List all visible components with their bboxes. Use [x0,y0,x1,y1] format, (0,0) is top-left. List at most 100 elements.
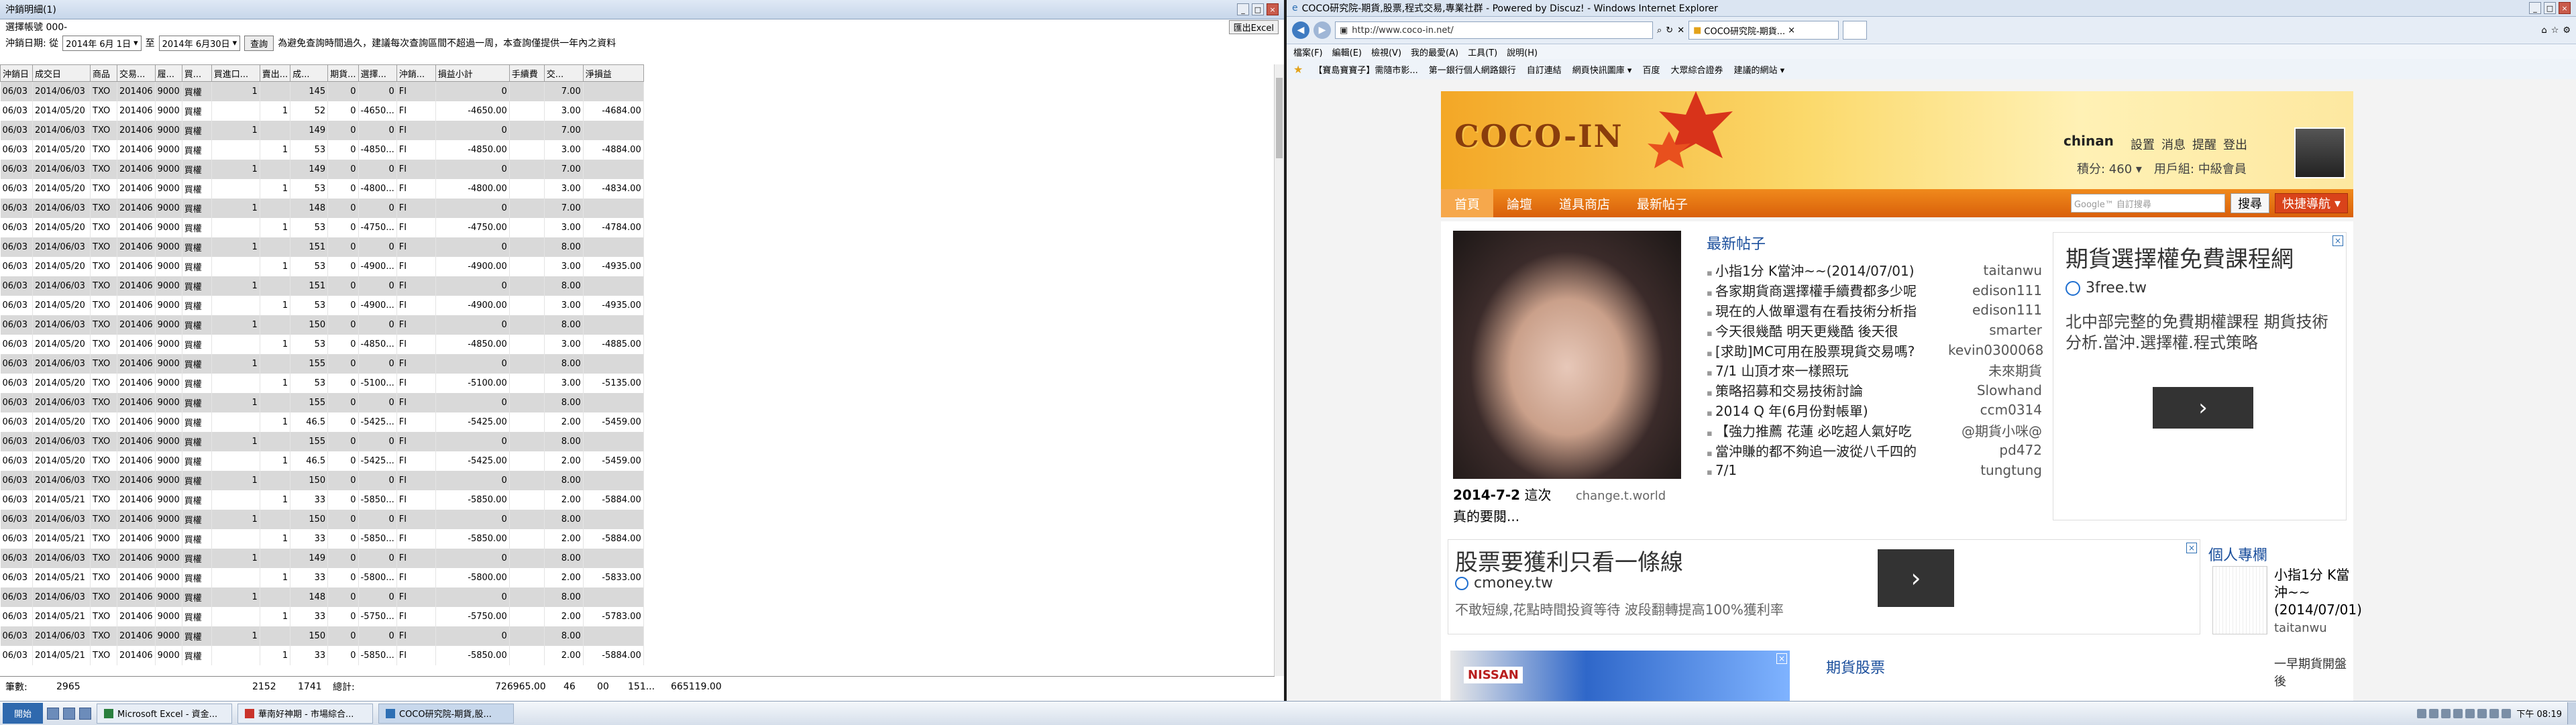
mini-chart-thumbnail[interactable] [2212,566,2267,634]
table-row[interactable]: 06/03 2014/06/03 TXO 201406 9000 買權 1 155 0 0 FI 0 8… [0,354,644,374]
app-tray-icon[interactable] [2502,708,2512,718]
volume-icon[interactable] [2429,708,2439,718]
ad-url[interactable]: cmoney.tw [1455,575,1553,592]
favorite-link[interactable]: 網頁快訊圖庫 ▾ [1572,63,1632,76]
favorite-link[interactable]: 第一銀行個人網路銀行 [1429,63,1516,76]
column-header[interactable]: 淨損益 [582,64,644,82]
personal-column-title[interactable]: 個人專欄 [2208,543,2267,565]
column-header[interactable]: 沖銷日 [0,64,33,82]
column-header[interactable]: 沖銷... [396,64,436,82]
ad-title[interactable]: 股票要獲利只看一條線 [1455,544,1683,577]
table-row[interactable]: 06/03 2014/05/21 TXO 201406 9000 買權 1 33 0 -5850.… [0,529,644,549]
close-icon[interactable]: × [1267,3,1279,15]
show-desktop-icon[interactable] [47,707,59,720]
network-icon[interactable] [2417,708,2427,718]
table-row[interactable]: 06/03 2014/06/03 TXO 201406 9000 買權 1 149 0 0 FI 0 7… [0,121,644,140]
menu-item[interactable]: 檢視(V) [1371,46,1401,58]
table-row[interactable]: 06/03 2014/06/03 TXO 201406 9000 買權 1 148 0 0 FI 0 8… [0,588,644,607]
column-header[interactable]: 成交日 [32,64,91,82]
column-header[interactable]: 買... [181,64,212,82]
post-title[interactable]: 7/1 山頂才來一樣照玩 [1707,360,1948,380]
post-author[interactable]: @期貨小咪@ [1948,421,2042,440]
forward-icon[interactable]: ▶ [1313,21,1331,39]
site-nav-item[interactable]: 論壇 [1493,189,1546,217]
refresh-icon[interactable]: ↻ [1666,25,1673,36]
side-post[interactable]: 小指1分 K當沖~~(2014/07/01) taitanwu [2274,566,2362,636]
table-row[interactable]: 06/03 2014/05/20 TXO 201406 9000 買權 1 53 0 -4900.… [0,257,644,276]
post-author[interactable]: edison111 [1948,302,2042,318]
post-title[interactable]: 小指1分 K當沖~~(2014/07/01) [1707,260,1948,280]
post-title[interactable]: [求助]MC可用在股票現貨交易嗎? [1707,341,1948,360]
ad-banner-stocks[interactable]: × 股票要獲利只看一條線 cmoney.tw 不敢短線,花點時間投資等待 波段翻… [1448,539,2200,634]
list-item[interactable]: [求助]MC可用在股票現貨交易嗎?kevin0300068 [1707,340,2043,360]
table-row[interactable]: 06/03 2014/06/03 TXO 201406 9000 買權 1 155 0 0 FI 0 8… [0,432,644,451]
column-header[interactable]: 商品 [90,64,117,82]
site-search-input[interactable]: Google™ 自訂搜尋 [2070,194,2225,213]
stop-icon[interactable]: ✕ [1677,25,1684,36]
column-header[interactable]: 手續費 [508,64,545,82]
post-author[interactable]: Slowhand [1948,382,2042,398]
table-row[interactable]: 06/03 2014/05/21 TXO 201406 9000 買權 1 33 0 -5850.… [0,646,644,665]
ie-quicklaunch-icon[interactable] [79,707,91,720]
favorite-link[interactable]: 建議的網站 ▾ [1733,63,1784,76]
favorite-link[interactable]: 大眾綜合證券 [1670,63,1723,76]
site-logo[interactable]: COCO-IN [1454,118,1623,154]
list-item[interactable]: 7/1 山頂才來一樣照玩未來期貨 [1707,360,2042,380]
favorites-star-icon[interactable]: ★ [1293,63,1303,76]
new-tab-button[interactable] [1843,21,1868,40]
maximize-icon[interactable]: □ [1252,3,1264,15]
column-header[interactable]: 履... [154,64,182,82]
photo-caption-more[interactable]: 真的要閱... [1453,506,1519,525]
ad-title[interactable]: 期貨選擇權免費課程網 [2065,241,2294,274]
stock-section-title[interactable]: 期貨股票 [1826,656,1885,677]
date-to-picker[interactable]: 2014年 6月30日 ▾ [158,35,241,51]
table-row[interactable]: 06/03 2014/06/03 TXO 201406 9000 買權 1 148 0 0 FI 0 7… [0,199,644,218]
favorite-link[interactable]: 自訂連結 [1527,63,1562,76]
home-icon[interactable]: ⌂ [2541,25,2546,36]
column-header[interactable]: 買進口... [211,64,260,82]
column-header[interactable]: 期貨... [327,64,359,82]
list-item[interactable]: 小指1分 K當沖~~(2014/07/01)taitanwu [1707,260,2042,280]
menu-item[interactable]: 工具(T) [1468,46,1497,58]
export-excel-button[interactable]: 匯出Excel [1228,19,1279,34]
table-row[interactable]: 06/03 2014/05/20 TXO 201406 9000 買權 1 53 0 -4750.… [0,218,644,237]
table-row[interactable]: 06/03 2014/05/21 TXO 201406 9000 買權 1 33 0 -5850.… [0,490,644,510]
table-row[interactable]: 06/03 2014/06/03 TXO 201406 9000 買權 1 151 0 0 FI 0 8… [0,276,644,296]
menu-item[interactable]: 編輯(E) [1332,46,1362,58]
table-row[interactable]: 06/03 2014/05/21 TXO 201406 9000 買權 1 33 0 -5800.… [0,568,644,588]
user-link[interactable]: 消息 [2161,135,2186,153]
table-row[interactable]: 06/03 2014/06/03 TXO 201406 9000 買權 1 155 0 0 FI 0 8… [0,393,644,412]
post-title[interactable]: 7/1 [1707,462,1948,478]
ad-close-icon[interactable]: × [2332,235,2343,246]
app-tray-icon[interactable] [2477,708,2487,718]
post-author[interactable]: taitanwu [1948,262,2042,278]
table-row[interactable]: 06/03 2014/05/20 TXO 201406 9000 買權 1 53 0 -4850.… [0,335,644,354]
list-item[interactable]: 策略招募和交易技術討論Slowhand [1707,380,2042,400]
points-label[interactable]: 積分: 460 ▾ [2077,160,2142,177]
settlement-grid[interactable]: 沖銷日 成交日 商品 交易... 履... 買... 買進口... 賣出... 成... 期貨..… [0,64,1275,676]
ad-banner-courses[interactable]: × 期貨選擇權免費課程網 3free.tw 北中部完整的免費期權課程 期貨技術分… [2053,232,2347,520]
username[interactable]: chinan [2063,133,2114,149]
table-row[interactable]: 06/03 2014/05/20 TXO 201406 9000 買權 1 52 0 -4650.… [0,101,644,121]
favorite-link[interactable]: 【寶島寶寶子】需隨市影... [1313,63,1417,76]
ad-close-icon[interactable]: × [2186,543,2197,553]
table-row[interactable]: 06/03 2014/05/20 TXO 201406 9000 買權 1 53 0 -4800.… [0,179,644,199]
list-item[interactable]: 7/1tungtung [1707,460,2042,480]
post-author[interactable]: kevin0300068 [1948,342,2043,358]
table-row[interactable]: 06/03 2014/06/03 TXO 201406 9000 買權 1 150 0 0 FI 0 8… [0,626,644,646]
list-item[interactable]: 各家期貨商選擇權手續費都多少呢edison111 [1707,280,2042,300]
app-tray-icon[interactable] [2489,708,2500,718]
ad-arrow-button[interactable]: › [1878,549,1954,607]
column-header[interactable]: 交易... [117,64,156,82]
post-author[interactable]: ccm0314 [1948,402,2042,418]
minimize-icon[interactable]: _ [2529,2,2541,14]
post-title[interactable]: 【強力推薦 花蓮 必吃超人氣好吃 [1707,421,1948,440]
site-nav-item[interactable]: 首頁 [1441,189,1494,217]
back-icon[interactable]: ◀ [1292,21,1309,39]
table-row[interactable]: 06/03 2014/06/03 TXO 201406 9000 買權 1 149 0 0 FI 0 7… [0,160,644,179]
site-nav-item[interactable]: 最新帖子 [1623,189,1701,217]
list-item[interactable]: 【強力推薦 花蓮 必吃超人氣好吃@期貨小咪@ [1707,420,2042,440]
quick-nav-button[interactable]: 快捷導航 ▾ [2274,193,2348,213]
search-button[interactable]: 搜尋 [2230,193,2269,213]
post-title[interactable]: 各家期貨商選擇權手續費都多少呢 [1707,280,1948,300]
